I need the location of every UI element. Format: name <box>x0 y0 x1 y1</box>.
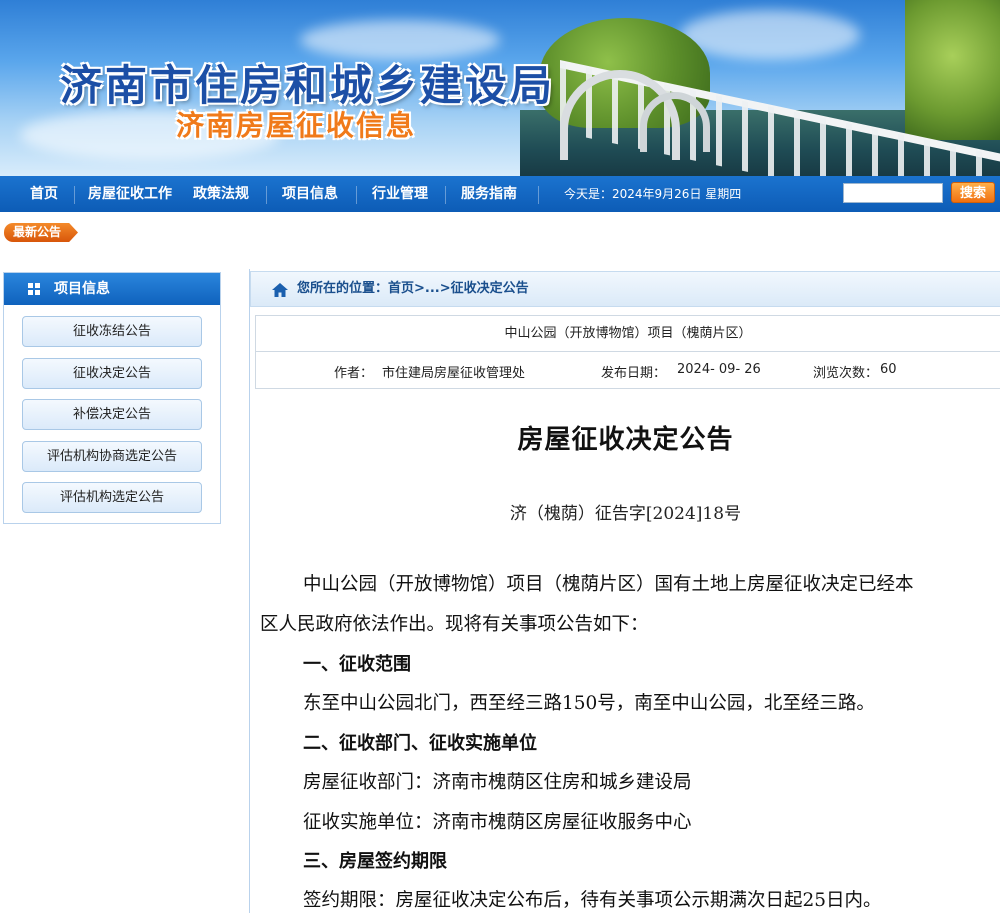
paragraph: 中山公园（开放博物馆）项目（槐荫片区）国有土地上房屋征收决定已经本 <box>303 574 914 595</box>
nav-item-industry-management[interactable]: 行业管理 <box>372 176 428 212</box>
project-name: 中山公园（开放博物馆）项目（槐荫片区） <box>255 315 1000 351</box>
document-number: 济（槐荫）征告字[2024]18号 <box>509 504 742 524</box>
nav-item-expropriation-work[interactable]: 房屋征收工作 <box>88 176 172 212</box>
article-title: 房屋征收决定公告 <box>517 425 734 455</box>
nav-item-policies[interactable]: 政策法规 <box>193 176 249 212</box>
paragraph: 区人民政府依法作出。现将有关事项公告如下： <box>260 614 649 635</box>
site-subtitle: 济南房屋征收信息 <box>176 109 417 142</box>
paragraph: 东至中山公园北门，西至经三路150号，南至中山公园，北至经三路。 <box>303 693 875 714</box>
nav-item-home[interactable]: 首页 <box>30 176 58 212</box>
section-heading: 三、房屋签约期限 <box>303 851 447 872</box>
author-value: 市住建局房屋征收管理处 <box>382 366 526 381</box>
views-label: 浏览次数： <box>813 366 879 381</box>
current-date: 今天是：2024年9月26日 星期四 <box>564 187 742 201</box>
header-banner: 济南市住房和城乡建设局 济南房屋征收信息 <box>0 0 1000 176</box>
breadcrumb-home-link[interactable]: 首页 <box>388 281 414 296</box>
main-content: 您所在的位置：首页>...>征收决定公告 中山公园（开放博物馆）项目（槐荫片区）… <box>249 269 1000 913</box>
breadcrumb-current[interactable]: 征收决定公告 <box>451 281 529 296</box>
date-value: 2024- 09- 26 <box>677 362 761 377</box>
nav-item-project-info[interactable]: 项目信息 <box>282 176 338 212</box>
paragraph: 房屋征收部门：济南市槐荫区住房和城乡建设局 <box>303 772 692 793</box>
author-label: 作者： <box>334 366 374 381</box>
views-value: 60 <box>880 362 897 377</box>
search-button[interactable]: 搜索 <box>951 182 995 203</box>
breadcrumb: 您所在的位置：首页>...>征收决定公告 <box>250 271 1000 307</box>
sidebar: 项目信息 征收冻结公告 征收决定公告 补偿决定公告 评估机构协商选定公告 评估机… <box>3 272 221 524</box>
grid-icon <box>28 283 40 295</box>
section-heading: 一、征收范围 <box>303 654 411 675</box>
breadcrumb-prefix: 您所在的位置： <box>297 281 389 296</box>
sidebar-title: 项目信息 <box>54 281 110 297</box>
sidebar-item-compensation-notice[interactable]: 补偿决定公告 <box>22 399 202 430</box>
sidebar-item-freeze-notice[interactable]: 征收冻结公告 <box>22 316 202 347</box>
sidebar-item-appraisal-negotiation[interactable]: 评估机构协商选定公告 <box>22 441 202 472</box>
nav-item-service-guide[interactable]: 服务指南 <box>461 176 517 212</box>
paragraph: 征收实施单位：济南市槐荫区房屋征收服务中心 <box>303 812 692 833</box>
article-meta: 作者： 市住建局房屋征收管理处 发布日期： 2024- 09- 26 浏览次数：… <box>255 351 1000 389</box>
home-icon <box>272 283 288 297</box>
date-label: 发布日期： <box>601 366 667 381</box>
search-input[interactable] <box>843 183 943 203</box>
latest-notice-tag: 最新公告 <box>4 223 78 242</box>
sidebar-item-appraisal-selection[interactable]: 评估机构选定公告 <box>22 482 202 513</box>
paragraph: 签约期限：房屋征收决定公布后，待有关事项公示期满次日起25日内。 <box>303 890 882 911</box>
sidebar-item-decision-notice[interactable]: 征收决定公告 <box>22 358 202 389</box>
sidebar-header: 项目信息 <box>4 273 220 305</box>
section-heading: 二、征收部门、征收实施单位 <box>303 733 537 754</box>
breadcrumb-separator: >...> <box>414 281 451 296</box>
willow-tree <box>905 0 1000 140</box>
